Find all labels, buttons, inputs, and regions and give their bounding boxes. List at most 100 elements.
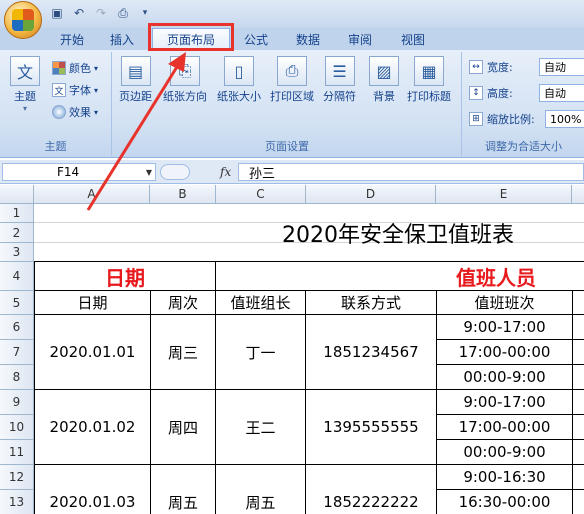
themes-button[interactable]: 文 主题 ▾ [10,56,40,113]
entry-date[interactable]: 2020.01.03 [35,490,150,514]
quick-access-toolbar: ▣ ↶ ↷ ⎙ ▾ [48,4,154,22]
page-setup-group: ▤ 页边距 ⎘ 纸张方向 ▯ 纸张大小 ⎙ 打印区域 ☰ 分隔符 ▨ 背景 ▦ … [113,52,462,156]
entry-shift[interactable]: 16:30-00:00 [437,490,572,514]
print-area-button[interactable]: ⎙ 打印区域 [270,56,314,104]
entry-shift[interactable]: 17:00-00:00 [437,340,572,364]
width-select[interactable]: 自动 [539,58,584,76]
tab-insert[interactable]: 插入 [102,28,142,50]
scale-input[interactable]: 100% [545,110,584,128]
column-header-a[interactable]: A [34,185,150,204]
row-header[interactable]: 10 [0,415,34,440]
row-header[interactable]: 8 [0,365,34,390]
print-preview-icon[interactable]: ⎙ [114,4,132,22]
subheader-shift[interactable]: 值班班次 [437,291,572,314]
entry-date[interactable]: 2020.01.01 [35,315,150,389]
chevron-down-icon[interactable]: ▼ [146,168,152,177]
height-select[interactable]: 自动 [539,84,584,102]
tab-formulas[interactable]: 公式 [236,28,276,50]
entry-shift[interactable]: 9:00-17:00 [437,315,572,339]
row-header[interactable]: 5 [0,291,34,315]
tab-view[interactable]: 视图 [393,28,433,50]
column-header-d[interactable]: D [306,185,436,204]
header-date-merged[interactable]: 日期 [35,262,215,290]
entry-leader[interactable]: 王二 [216,390,305,464]
print-area-label: 打印区域 [270,90,314,103]
column-header-f[interactable] [572,185,584,204]
row-header[interactable]: 3 [0,243,34,262]
entry-shift[interactable]: 00:00-9:00 [437,365,572,389]
chevron-down-icon: ▾ [94,85,99,95]
height-icon: ↕ [469,86,483,100]
size-button[interactable]: ▯ 纸张大小 [217,56,261,104]
formula-input[interactable]: 孙三 [238,163,584,182]
margins-button[interactable]: ▤ 页边距 [119,56,152,104]
orientation-icon: ⎘ [170,56,200,86]
entry-shift[interactable]: 9:00-16:30 [437,465,572,489]
undo-icon[interactable]: ↶ [70,4,88,22]
effects-label: 效果 [69,106,91,119]
entry-week[interactable]: 周四 [151,390,215,464]
tab-data[interactable]: 数据 [288,28,328,50]
background-label: 背景 [373,90,395,103]
formula-resize-handle[interactable] [160,164,190,180]
orientation-button[interactable]: ⎘ 纸张方向 [163,56,207,104]
name-box[interactable]: F14 ▼ [2,163,156,181]
save-icon[interactable]: ▣ [48,4,66,22]
background-button[interactable]: ▨ 背景 [369,56,399,104]
subheader-contact[interactable]: 联系方式 [306,291,436,314]
entry-phone[interactable]: 1395555555 [306,390,436,464]
entry-phone[interactable]: 1852222222 [306,490,436,514]
theme-group-label: 主题 [44,140,67,153]
select-all-corner[interactable] [0,185,34,204]
entry-week[interactable]: 周五 [151,490,215,514]
header-staff-merged[interactable]: 值班人员 [216,262,584,290]
table-border [572,290,573,514]
sheet-title[interactable]: 2020年安全保卫值班表 [216,219,584,248]
row-header[interactable]: 11 [0,440,34,465]
print-titles-button[interactable]: ▦ 打印标题 [407,56,451,104]
entry-leader[interactable]: 周五 [216,490,305,514]
column-header-c[interactable]: C [216,185,306,204]
subheader-leader[interactable]: 值班组长 [216,291,305,314]
row-header[interactable]: 4 [0,262,34,291]
insert-function-button[interactable]: fx [220,165,231,179]
subheader-date[interactable]: 日期 [35,291,150,314]
entry-week[interactable]: 周三 [151,315,215,389]
width-row: ↔ 宽度: 自动 [469,58,584,76]
quick-access-dropdown-icon[interactable]: ▾ [136,4,154,22]
print-area-icon: ⎙ [277,56,307,86]
margins-icon: ▤ [120,56,151,86]
fonts-icon: 文 [52,83,66,97]
print-titles-label: 打印标题 [407,90,451,103]
formula-controls: fx [158,163,238,181]
entry-leader[interactable]: 丁一 [216,315,305,389]
row-header[interactable]: 6 [0,315,34,340]
redo-icon[interactable]: ↷ [92,4,110,22]
entry-phone[interactable]: 1851234567 [306,315,436,389]
worksheet-grid[interactable]: A B C D E 1 2 3 4 5 6 7 8 9 10 11 12 13 … [0,185,584,514]
effects-button[interactable]: 效果 ▾ [52,104,98,120]
office-button[interactable] [4,1,42,39]
row-header[interactable]: 2 [0,223,34,243]
tab-review[interactable]: 审阅 [340,28,380,50]
row-header[interactable]: 9 [0,390,34,415]
row-header[interactable]: 12 [0,465,34,490]
tab-home[interactable]: 开始 [52,28,92,50]
height-row: ↕ 高度: 自动 [469,84,584,102]
height-label: 高度: [487,87,513,100]
row-header[interactable]: 13 [0,490,34,514]
entry-shift[interactable]: 17:00-00:00 [437,415,572,439]
chevron-down-icon: ▾ [94,107,99,117]
colors-button[interactable]: 颜色 ▾ [52,60,98,76]
column-header-e[interactable]: E [436,185,572,204]
row-header[interactable]: 1 [0,204,34,223]
column-header-b[interactable]: B [150,185,216,204]
chevron-down-icon: ▾ [94,63,99,73]
fonts-button[interactable]: 文 字体 ▾ [52,82,98,98]
row-header[interactable]: 7 [0,340,34,365]
entry-shift[interactable]: 9:00-17:00 [437,390,572,414]
entry-shift[interactable]: 00:00-9:00 [437,440,572,464]
entry-date[interactable]: 2020.01.02 [35,390,150,464]
breaks-button[interactable]: ☰ 分隔符 [323,56,356,104]
subheader-week[interactable]: 周次 [151,291,215,314]
